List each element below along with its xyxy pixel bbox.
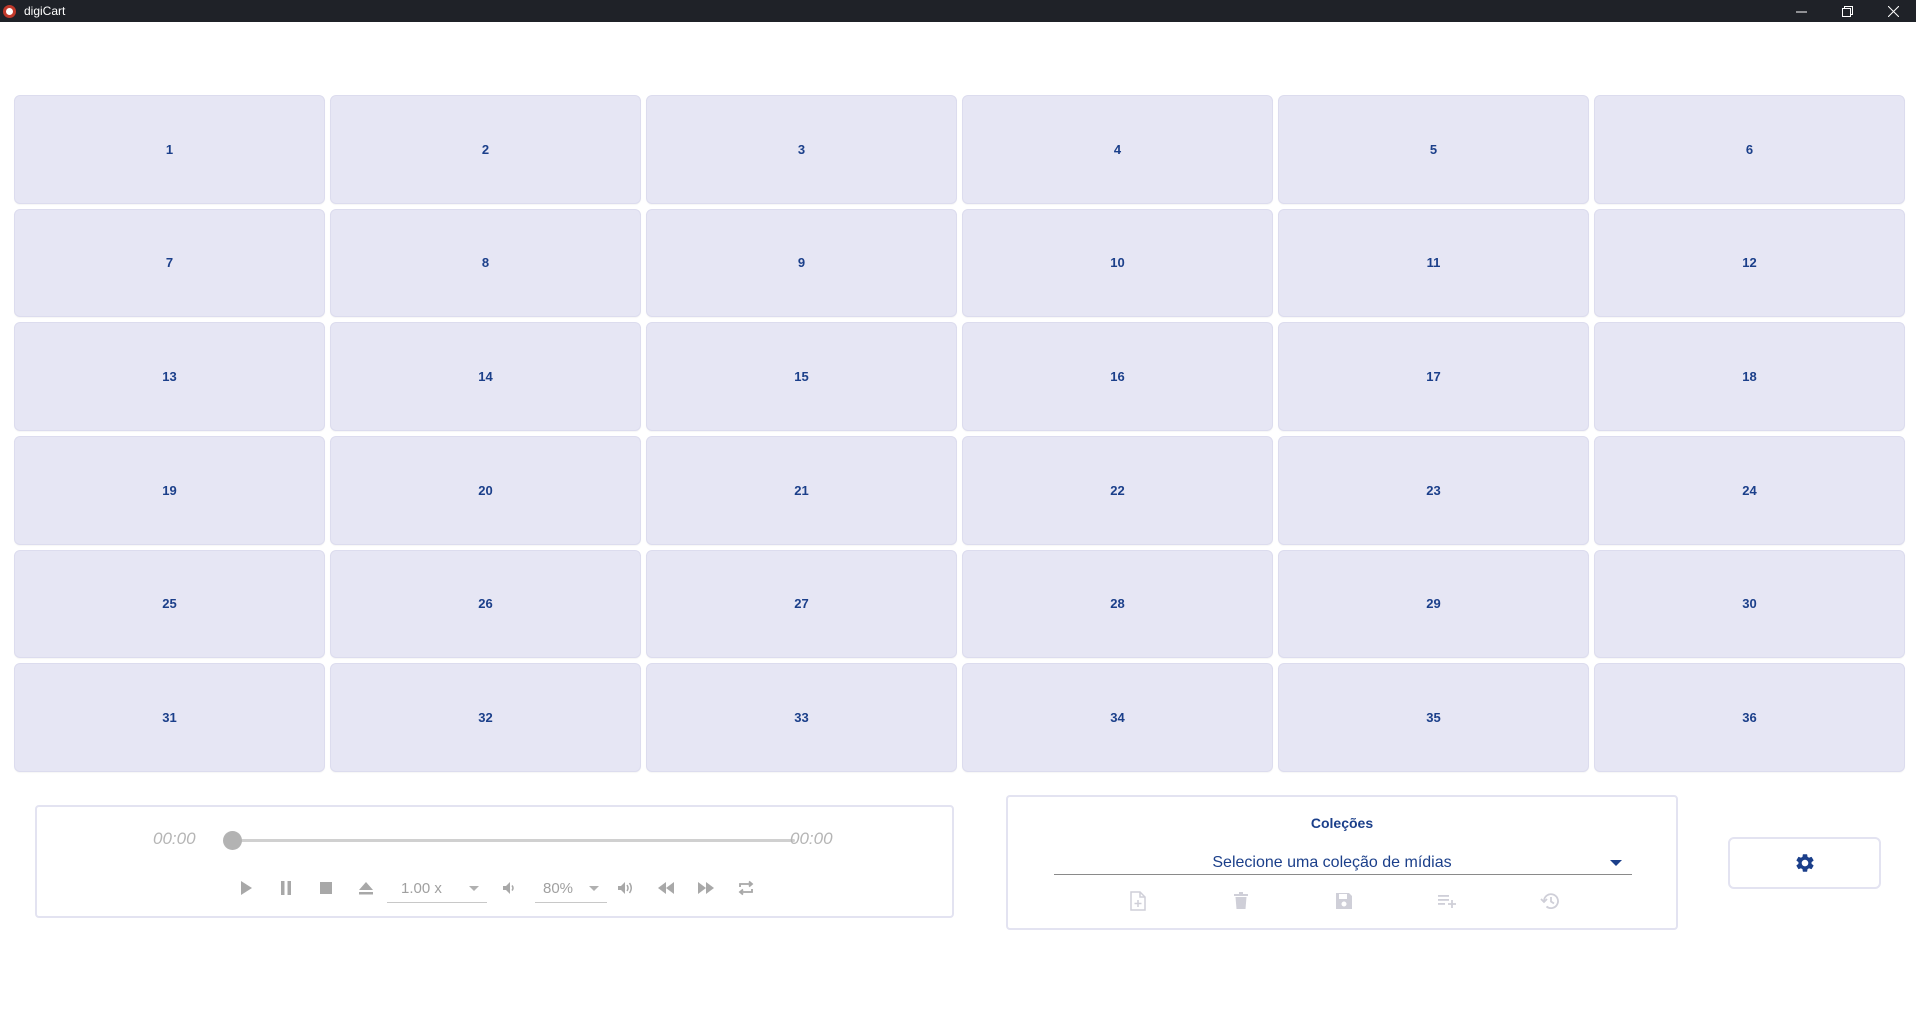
stop-button[interactable] bbox=[313, 875, 339, 901]
elapsed-time: 00:00 bbox=[153, 829, 196, 848]
volume-up-icon bbox=[618, 882, 632, 894]
cart-button[interactable]: 7 bbox=[14, 208, 325, 318]
settings-button[interactable] bbox=[1728, 837, 1881, 889]
collections-title: Coleções bbox=[1310, 815, 1374, 831]
cart-button[interactable]: 23 bbox=[1278, 435, 1589, 545]
close-icon bbox=[1887, 5, 1899, 17]
cart-button[interactable]: 32 bbox=[330, 663, 641, 772]
cart-button[interactable]: 27 bbox=[646, 549, 957, 659]
eject-button[interactable] bbox=[353, 875, 379, 901]
delete-icon bbox=[1234, 892, 1248, 909]
stop-icon bbox=[320, 882, 332, 894]
volume-down-button[interactable] bbox=[496, 875, 522, 901]
cart-button[interactable]: 10 bbox=[962, 208, 1273, 318]
collection-select[interactable]: Selecione uma coleção de mídias bbox=[1054, 851, 1632, 875]
repeat-button[interactable] bbox=[733, 875, 759, 901]
chevron-down-icon bbox=[1610, 859, 1622, 866]
restore-button[interactable] bbox=[1824, 0, 1870, 22]
cart-button[interactable]: 22 bbox=[962, 435, 1273, 545]
remaining-time: 00:00 bbox=[790, 829, 833, 848]
cart-button[interactable]: 26 bbox=[330, 549, 641, 659]
cart-button[interactable]: 25 bbox=[14, 549, 325, 659]
speed-value: 1.00 x bbox=[401, 880, 442, 897]
collection-select-value: Selecione uma coleção de mídias bbox=[1212, 853, 1452, 871]
cart-button[interactable]: 36 bbox=[1594, 663, 1905, 772]
cart-button[interactable]: 17 bbox=[1278, 322, 1589, 431]
volume-value: 80% bbox=[543, 880, 574, 897]
cart-button[interactable]: 5 bbox=[1278, 95, 1589, 204]
cart-button[interactable]: 6 bbox=[1594, 95, 1905, 204]
cart-button[interactable]: 21 bbox=[646, 435, 957, 545]
cart-button[interactable]: 20 bbox=[330, 435, 641, 545]
chevron-down-icon bbox=[469, 886, 479, 891]
pause-icon bbox=[281, 881, 291, 895]
title-bar: digiCart bbox=[0, 0, 1916, 22]
cart-button[interactable]: 9 bbox=[646, 208, 957, 318]
cart-button[interactable]: 8 bbox=[330, 208, 641, 318]
seek-handle[interactable] bbox=[223, 831, 242, 850]
cart-button[interactable]: 18 bbox=[1594, 322, 1905, 431]
cart-button[interactable]: 16 bbox=[962, 322, 1273, 431]
repeat-icon bbox=[738, 880, 754, 896]
cart-button[interactable]: 14 bbox=[330, 322, 641, 431]
seek-bar[interactable] bbox=[235, 839, 795, 842]
history-icon bbox=[1540, 893, 1559, 910]
cart-button[interactable]: 35 bbox=[1278, 663, 1589, 772]
new-file-icon bbox=[1130, 891, 1146, 911]
playlist-add-icon bbox=[1438, 895, 1456, 908]
cart-button[interactable]: 1 bbox=[14, 95, 325, 204]
volume-down-icon bbox=[503, 882, 514, 894]
cart-grid: 1 2 3 4 5 6 7 8 9 10 11 12 13 14 15 16 1… bbox=[14, 95, 1905, 772]
cart-button[interactable]: 30 bbox=[1594, 549, 1905, 659]
save-collection-button[interactable] bbox=[1332, 889, 1356, 913]
eject-icon bbox=[359, 882, 373, 895]
fast-forward-icon bbox=[698, 882, 714, 894]
pause-button[interactable] bbox=[273, 875, 299, 901]
delete-collection-button[interactable] bbox=[1229, 889, 1253, 913]
chevron-down-icon bbox=[589, 886, 599, 891]
cart-button[interactable]: 33 bbox=[646, 663, 957, 772]
player-panel: 00:00 00:00 1.00 x 80% bbox=[35, 805, 954, 918]
cart-button[interactable]: 2 bbox=[330, 95, 641, 204]
play-icon bbox=[241, 881, 252, 895]
window-controls bbox=[1778, 0, 1916, 22]
cart-button[interactable]: 31 bbox=[14, 663, 325, 772]
cart-button[interactable]: 12 bbox=[1594, 208, 1905, 318]
history-button[interactable] bbox=[1538, 889, 1562, 913]
add-to-playlist-button[interactable] bbox=[1435, 889, 1459, 913]
rewind-icon bbox=[658, 882, 674, 894]
new-collection-button[interactable] bbox=[1126, 889, 1150, 913]
cart-button[interactable]: 3 bbox=[646, 95, 957, 204]
play-button[interactable] bbox=[233, 875, 259, 901]
minimize-button[interactable] bbox=[1778, 0, 1824, 22]
cart-button[interactable]: 11 bbox=[1278, 208, 1589, 318]
app-logo-icon bbox=[3, 4, 16, 18]
cart-button[interactable]: 29 bbox=[1278, 549, 1589, 659]
fast-forward-button[interactable] bbox=[693, 875, 719, 901]
volume-up-button[interactable] bbox=[613, 875, 639, 901]
restore-icon bbox=[1841, 5, 1853, 17]
gear-icon bbox=[1795, 854, 1814, 872]
cart-button[interactable]: 4 bbox=[962, 95, 1273, 204]
cart-button[interactable]: 24 bbox=[1594, 435, 1905, 545]
window-title: digiCart bbox=[24, 4, 66, 18]
cart-button[interactable]: 28 bbox=[962, 549, 1273, 659]
save-icon bbox=[1336, 893, 1352, 909]
volume-select[interactable]: 80% bbox=[535, 875, 607, 903]
rewind-button[interactable] bbox=[653, 875, 679, 901]
cart-button[interactable]: 34 bbox=[962, 663, 1273, 772]
speed-select[interactable]: 1.00 x bbox=[387, 875, 487, 903]
collections-panel: Coleções Selecione uma coleção de mídias bbox=[1006, 795, 1678, 930]
cart-button[interactable]: 15 bbox=[646, 322, 957, 431]
cart-button[interactable]: 19 bbox=[14, 435, 325, 545]
close-button[interactable] bbox=[1870, 0, 1916, 22]
minimize-icon bbox=[1795, 11, 1807, 12]
cart-button[interactable]: 13 bbox=[14, 322, 325, 431]
